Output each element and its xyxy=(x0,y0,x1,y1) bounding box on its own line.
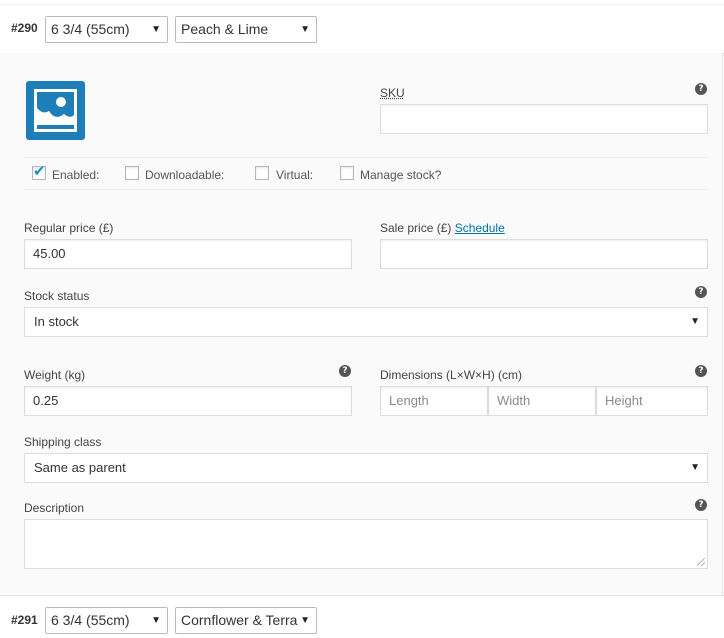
virtual-checkbox[interactable] xyxy=(255,166,269,180)
resize-handle-icon[interactable] xyxy=(697,558,705,566)
dimensions-label: Dimensions (L×W×H) (cm) xyxy=(380,368,523,382)
height-input[interactable]: Height xyxy=(596,386,708,416)
width-input[interactable]: Width xyxy=(488,386,596,416)
variation-id: #290 xyxy=(11,21,38,35)
size-select[interactable]: 6 3/4 (55cm) ▼ xyxy=(45,16,168,43)
help-icon[interactable]: ? xyxy=(339,365,351,377)
variation-id: #291 xyxy=(11,613,38,627)
color-select-value: Peach & Lime xyxy=(181,21,269,37)
help-icon[interactable]: ? xyxy=(695,286,707,298)
sku-label: SKU xyxy=(380,86,405,100)
schedule-link[interactable]: Schedule xyxy=(455,221,505,235)
checkmark-icon: ✔ xyxy=(33,162,46,180)
stock-status-value: In stock xyxy=(34,314,79,329)
chevron-down-icon: ▼ xyxy=(690,462,700,473)
help-icon[interactable]: ? xyxy=(695,499,707,511)
variation-header-290[interactable]: #290 6 3/4 (55cm) ▼ Peach & Lime ▼ xyxy=(0,4,724,54)
size-select[interactable]: 6 3/4 (55cm) ▼ xyxy=(45,607,168,634)
help-icon[interactable]: ? xyxy=(695,365,707,377)
stock-status-select[interactable]: In stock ▼ xyxy=(24,307,708,337)
sale-price-label-text: Sale price (£) xyxy=(380,221,452,235)
regular-price-input[interactable]: 45.00 xyxy=(24,239,352,269)
variation-panel: SKU ? ✔ Enabled: Downloadable: Virtual: … xyxy=(0,53,723,595)
shipping-class-select[interactable]: Same as parent ▼ xyxy=(24,453,708,483)
chevron-down-icon: ▼ xyxy=(300,24,310,35)
weight-input[interactable]: 0.25 xyxy=(24,386,352,416)
size-select-value: 6 3/4 (55cm) xyxy=(51,21,130,37)
chevron-down-icon: ▼ xyxy=(300,615,310,626)
divider xyxy=(24,157,708,158)
size-select-value: 6 3/4 (55cm) xyxy=(51,612,130,628)
chevron-down-icon: ▼ xyxy=(151,615,161,626)
length-input[interactable]: Length xyxy=(380,386,488,416)
virtual-label: Virtual: xyxy=(276,168,314,182)
help-icon[interactable]: ? xyxy=(695,83,707,95)
manage-stock-checkbox[interactable] xyxy=(340,166,354,180)
regular-price-label: Regular price (£) xyxy=(24,221,114,235)
enabled-label: Enabled: xyxy=(52,168,100,182)
sale-price-label: Sale price (£) Schedule xyxy=(380,221,505,235)
shipping-class-value: Same as parent xyxy=(34,460,126,475)
sale-price-input[interactable] xyxy=(380,239,708,269)
image-placeholder-icon[interactable] xyxy=(26,81,85,140)
description-label: Description xyxy=(24,501,85,515)
enabled-checkbox[interactable]: ✔ xyxy=(32,162,46,180)
sku-input[interactable] xyxy=(380,104,708,134)
downloadable-checkbox[interactable] xyxy=(125,166,139,180)
color-select[interactable]: Cornflower & Terra ▼ xyxy=(175,607,317,634)
stock-status-label: Stock status xyxy=(24,289,90,303)
variation-header-291[interactable]: #291 6 3/4 (55cm) ▼ Cornflower & Terra ▼ xyxy=(0,595,724,638)
chevron-down-icon: ▼ xyxy=(690,316,700,327)
weight-label: Weight (kg) xyxy=(24,368,86,382)
divider xyxy=(24,189,708,190)
chevron-down-icon: ▼ xyxy=(151,24,161,35)
description-textarea[interactable] xyxy=(24,519,708,569)
downloadable-label: Downloadable: xyxy=(145,168,225,182)
color-select-value: Cornflower & Terra xyxy=(181,612,298,628)
color-select[interactable]: Peach & Lime ▼ xyxy=(175,16,317,43)
shipping-class-label: Shipping class xyxy=(24,435,102,449)
manage-stock-label: Manage stock? xyxy=(360,168,442,182)
